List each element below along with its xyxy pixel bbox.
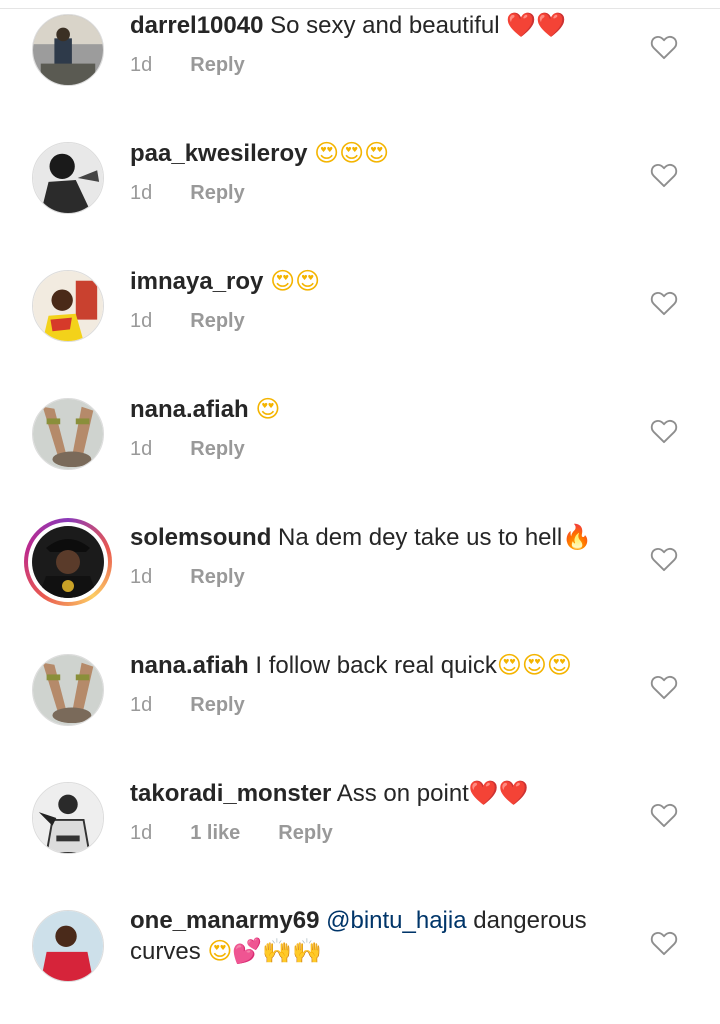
reply-button[interactable]: Reply (278, 820, 332, 846)
comment-username[interactable]: darrel10040 (130, 12, 263, 39)
comment-meta: 1d Reply (130, 180, 283, 206)
reply-button[interactable]: Reply (190, 564, 244, 590)
reply-button[interactable]: Reply (190, 692, 244, 718)
comment-username[interactable]: paa_kwesileroy (130, 140, 307, 167)
comment-meta: 1d 1 like Reply (130, 820, 371, 846)
comment-item: imnaya_roy 😍😍 1d Reply (0, 256, 720, 384)
comment-emoji: ❤️❤️ (506, 11, 567, 39)
comment-username[interactable]: nana.afiah (130, 396, 249, 423)
comment-text-line: nana.afiah I follow back real quick😍😍😍 (130, 650, 610, 681)
comment-meta: 1d Reply (130, 436, 283, 462)
heart-outline-icon[interactable] (650, 674, 678, 700)
avatar-story-ring[interactable] (24, 518, 112, 606)
comment-emoji: ❤️❤️ (468, 779, 529, 807)
comment-meta: 1d Reply (130, 52, 283, 78)
avatar[interactable] (32, 654, 104, 726)
comment-time: 1d (130, 694, 153, 716)
reply-button[interactable]: Reply (190, 436, 244, 462)
comment-body: So sexy and beautiful (263, 12, 507, 39)
comment-emoji: 😍😍 (270, 267, 321, 295)
comment-meta: 1d Reply (130, 564, 283, 590)
reply-button[interactable]: Reply (190, 52, 244, 78)
avatar[interactable] (32, 398, 104, 470)
reply-button[interactable]: Reply (190, 308, 244, 334)
comment-text-line: nana.afiah 😍 (130, 394, 610, 425)
comment-time: 1d (130, 310, 153, 332)
reply-button[interactable]: Reply (190, 180, 244, 206)
heart-outline-icon[interactable] (650, 930, 678, 956)
comment-emoji: 😍💕🙌🙌 (207, 937, 323, 965)
comment-time: 1d (130, 54, 153, 76)
mention-link[interactable]: @bintu_hajia (326, 907, 466, 934)
heart-outline-icon[interactable] (650, 162, 678, 188)
heart-outline-icon[interactable] (650, 546, 678, 572)
comment-text-line: paa_kwesileroy 😍😍😍 (130, 138, 610, 169)
heart-outline-icon[interactable] (650, 290, 678, 316)
comment-text-line: solemsound Na dem dey take us to hell🔥 (130, 522, 610, 553)
comment-username[interactable]: takoradi_monster (130, 780, 331, 807)
comment-text-line: imnaya_roy 😍😍 (130, 266, 610, 297)
comment-body: I follow back real quick (248, 652, 497, 679)
comment-body: Ass on point (331, 780, 469, 807)
comment-time: 1d (130, 438, 153, 460)
comment-username[interactable]: imnaya_roy (130, 268, 263, 295)
comment-item: takoradi_monster Ass on point❤️❤️ 1d 1 li… (0, 768, 720, 896)
comment-item: solemsound Na dem dey take us to hell🔥 1… (0, 512, 720, 640)
likes-count[interactable]: 1 like (190, 820, 240, 846)
comment-time: 1d (130, 822, 153, 844)
comment-item: paa_kwesileroy 😍😍😍 1d Reply (0, 128, 720, 256)
comment-time: 1d (130, 566, 153, 588)
avatar[interactable] (32, 270, 104, 342)
avatar[interactable] (32, 910, 104, 982)
avatar[interactable] (32, 142, 104, 214)
avatar[interactable] (32, 14, 104, 86)
comment-emoji: 😍 (255, 395, 281, 423)
heart-outline-icon[interactable] (650, 34, 678, 60)
comment-username[interactable]: one_manarmy69 (130, 907, 319, 934)
comment-text-line: darrel10040 So sexy and beautiful ❤️❤️ (130, 10, 610, 41)
avatar (28, 522, 108, 602)
comment-meta: 1d Reply (130, 692, 283, 718)
comment-item: darrel10040 So sexy and beautiful ❤️❤️ 1… (0, 0, 720, 128)
heart-outline-icon[interactable] (650, 802, 678, 828)
comment-username[interactable]: nana.afiah (130, 652, 249, 679)
comment-text-line: one_manarmy69 @bintu_hajia dangerous cur… (130, 906, 610, 967)
comment-item: one_manarmy69 @bintu_hajia dangerous cur… (0, 896, 720, 1024)
comment-emoji: 🔥 (562, 523, 593, 551)
comment-time: 1d (130, 182, 153, 204)
comment-body: Na dem dey take us to hell (271, 524, 563, 551)
comment-emoji: 😍😍😍 (314, 139, 390, 167)
comment-emoji: 😍😍😍 (496, 651, 572, 679)
comment-username[interactable]: solemsound (130, 524, 271, 551)
comment-item: nana.afiah 😍 1d Reply (0, 384, 720, 512)
heart-outline-icon[interactable] (650, 418, 678, 444)
comment-text-line: takoradi_monster Ass on point❤️❤️ (130, 778, 610, 809)
avatar[interactable] (32, 782, 104, 854)
comment-item: nana.afiah I follow back real quick😍😍😍 1… (0, 640, 720, 768)
comment-meta: 1d Reply (130, 308, 283, 334)
